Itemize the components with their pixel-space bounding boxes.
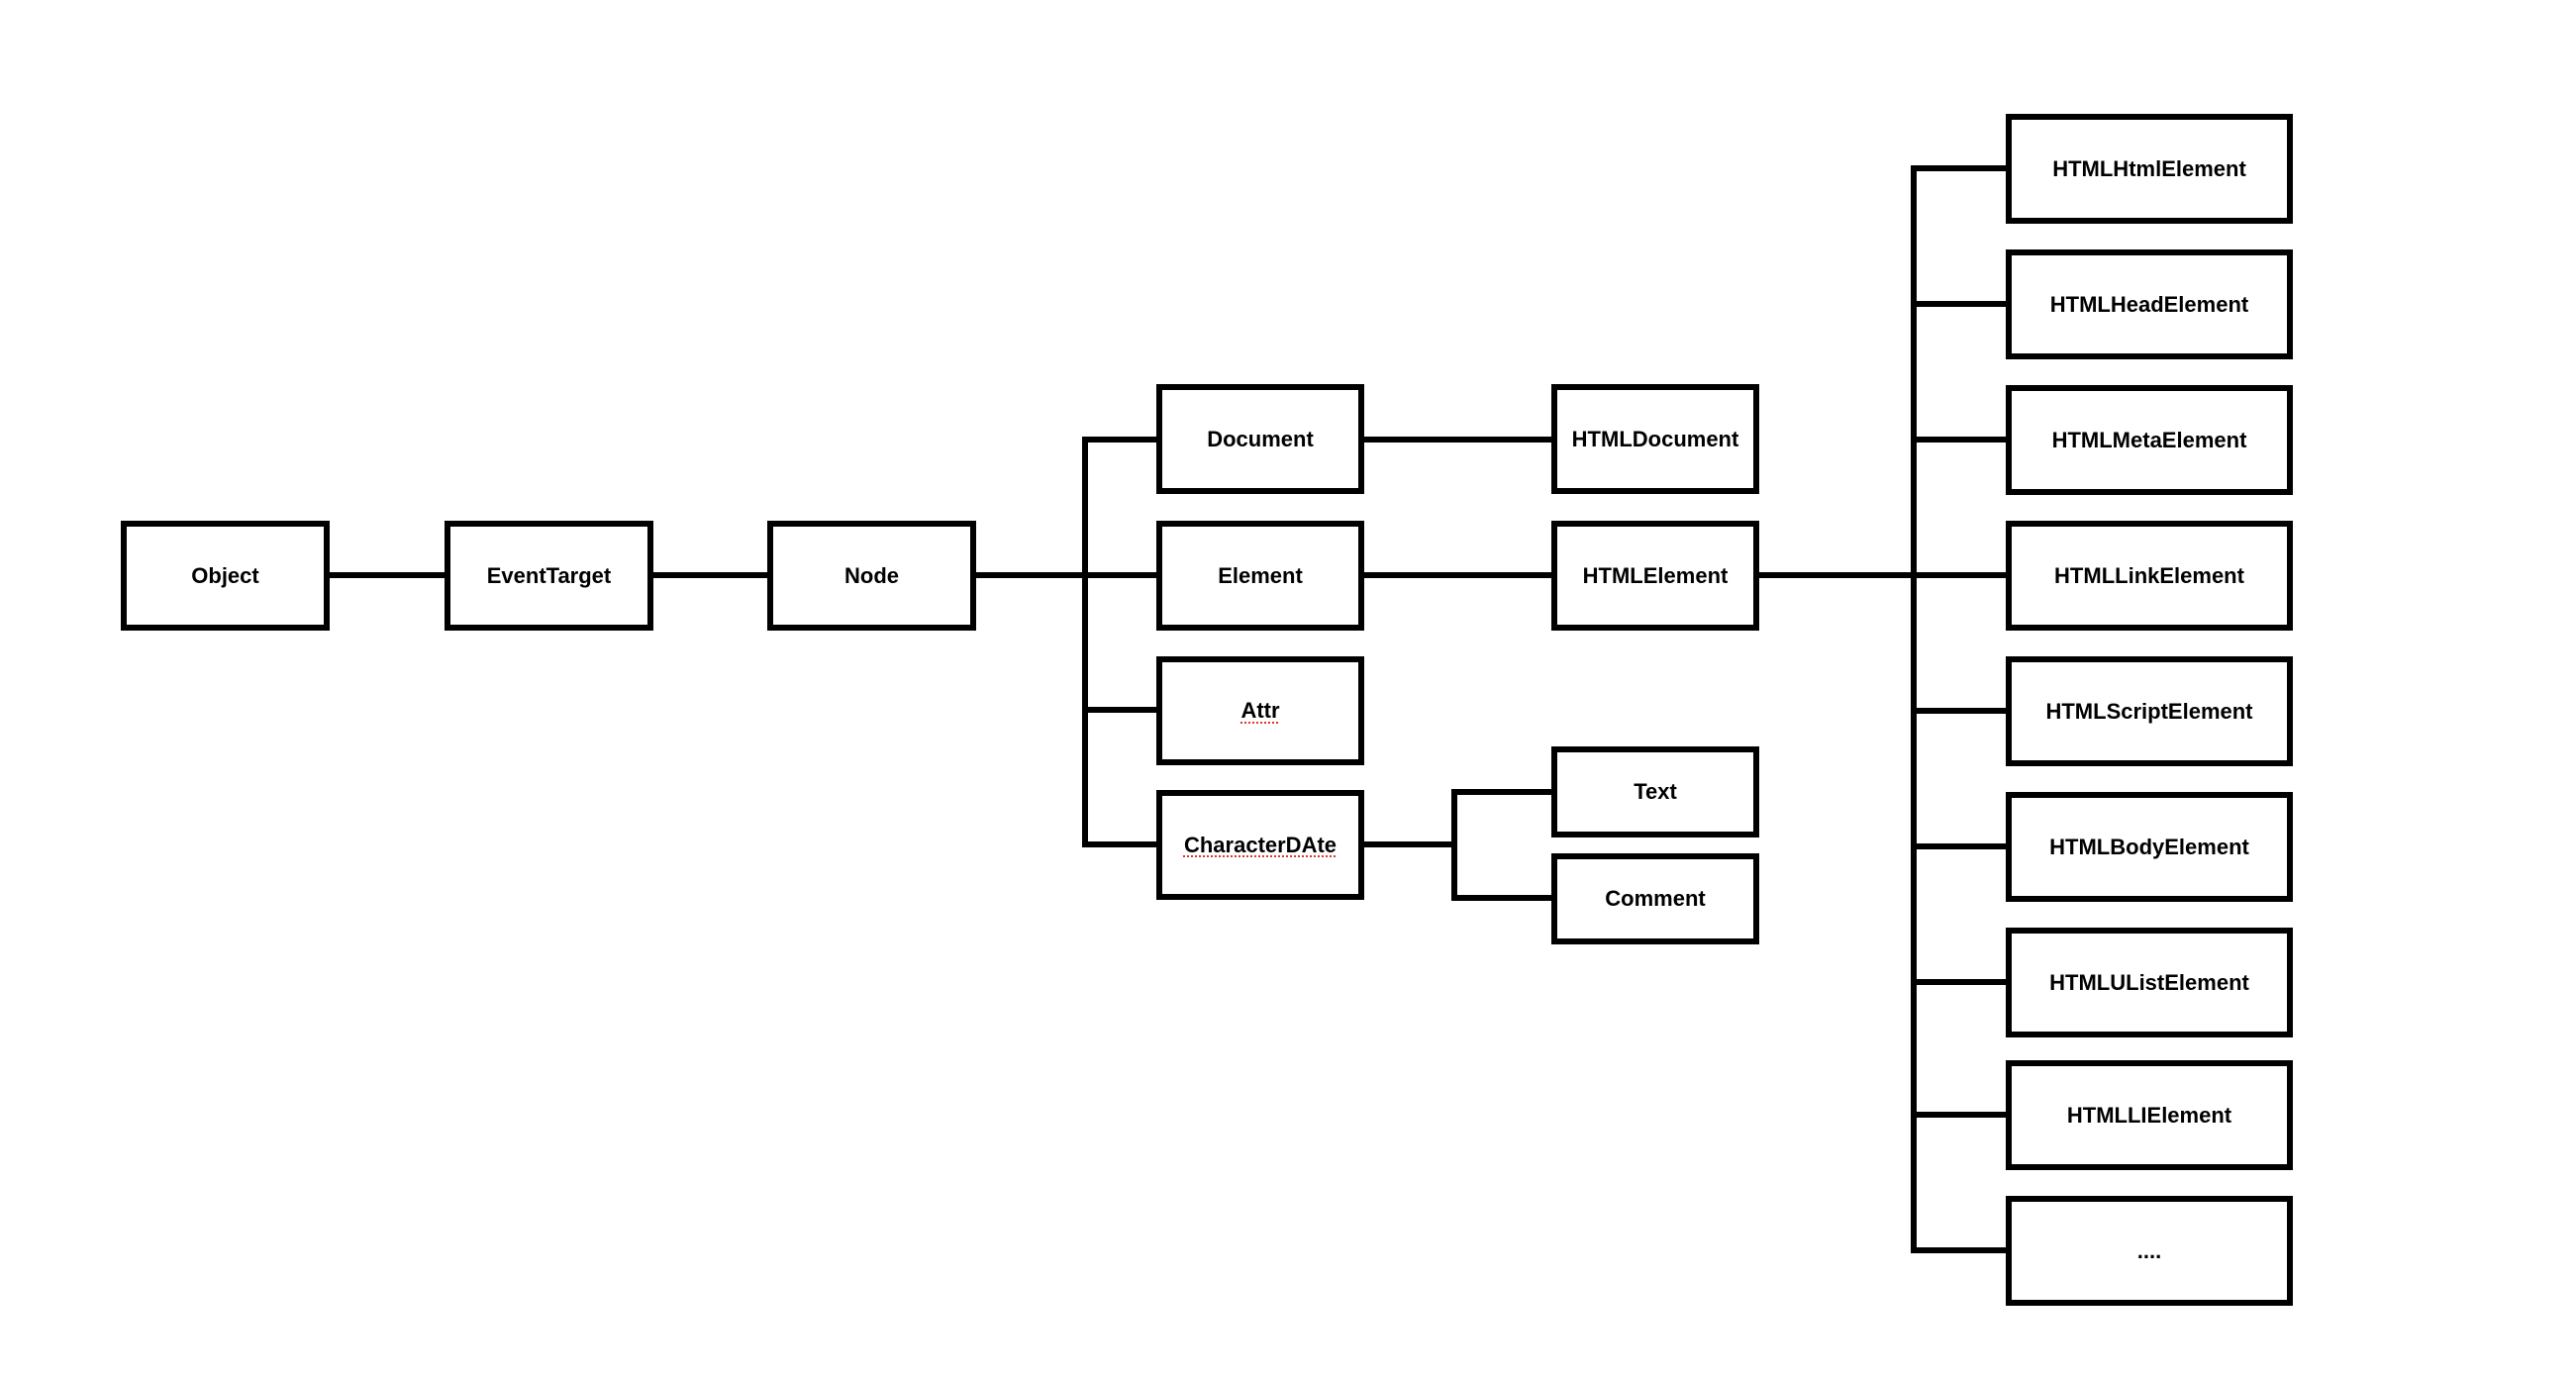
node-attr: Attr bbox=[1156, 656, 1364, 765]
node-label: CharacterDAte bbox=[1183, 832, 1338, 857]
edge-branch-comment bbox=[1451, 895, 1551, 901]
node-label: Document bbox=[1207, 426, 1314, 451]
node-label: HTMLElement bbox=[1582, 562, 1729, 588]
node-text: Text bbox=[1551, 746, 1759, 838]
node-comment: Comment bbox=[1551, 853, 1759, 944]
node-html-subelement: HTMLMetaElement bbox=[2006, 385, 2293, 495]
node-html-subelement: HTMLHeadElement bbox=[2006, 249, 2293, 359]
edge-branch-html-subelement bbox=[1911, 843, 2006, 849]
node-characterdata: CharacterDAte bbox=[1156, 790, 1364, 900]
node-htmldocument: HTMLDocument bbox=[1551, 384, 1759, 494]
edge-branch-html-subelement bbox=[1911, 165, 2006, 171]
node-html-subelement: HTMLUListElement bbox=[2006, 928, 2293, 1037]
node-html-subelement: HTMLLinkElement bbox=[2006, 521, 2293, 631]
node-eventtarget: EventTarget bbox=[445, 521, 653, 631]
node-element: Element bbox=[1156, 521, 1364, 631]
node-html-subelement: HTMLBodyElement bbox=[2006, 792, 2293, 902]
node-html-subelement: .... bbox=[2006, 1196, 2293, 1306]
edge-node-branch bbox=[976, 572, 1156, 578]
node-html-subelement: HTMLLIElement bbox=[2006, 1060, 2293, 1170]
edge-branch-text bbox=[1451, 789, 1551, 795]
node-node: Node bbox=[767, 521, 976, 631]
node-label: HTMLUListElement bbox=[2049, 969, 2249, 995]
edge-branch-characterdata bbox=[1082, 841, 1156, 847]
node-branch-bar bbox=[1082, 437, 1088, 847]
edge-branch-html-subelement bbox=[1911, 572, 2006, 578]
edge-branch-document bbox=[1082, 437, 1156, 443]
node-label: HTMLLinkElement bbox=[2054, 562, 2244, 588]
edge-element-htmlelement bbox=[1364, 572, 1551, 578]
characterdata-branch-bar bbox=[1451, 789, 1457, 901]
node-label: Object bbox=[191, 562, 259, 588]
node-document: Document bbox=[1156, 384, 1364, 494]
edge-branch-attr bbox=[1082, 707, 1156, 713]
node-label: HTMLDocument bbox=[1571, 426, 1739, 451]
node-label: Attr bbox=[1240, 698, 1280, 723]
node-label: Text bbox=[1634, 779, 1677, 804]
node-label: EventTarget bbox=[486, 562, 612, 588]
edge-branch-html-subelement bbox=[1911, 979, 2006, 985]
inheritance-diagram: Object EventTarget Node Document Element… bbox=[0, 0, 2576, 1380]
edge-characterdata-branch bbox=[1364, 841, 1457, 847]
edge-document-htmldocument bbox=[1364, 437, 1551, 443]
edge-branch-html-subelement bbox=[1911, 1247, 2006, 1253]
edge-branch-html-subelement bbox=[1911, 708, 2006, 714]
node-label: .... bbox=[2136, 1237, 2162, 1263]
edge-branch-html-subelement bbox=[1911, 1112, 2006, 1118]
node-label: HTMLLIElement bbox=[2066, 1102, 2232, 1128]
node-label: HTMLHtmlElement bbox=[2052, 155, 2246, 181]
node-label: HTMLHeadElement bbox=[2049, 291, 2249, 317]
node-htmlelement: HTMLElement bbox=[1551, 521, 1759, 631]
node-html-subelement: HTMLHtmlElement bbox=[2006, 114, 2293, 224]
node-label: Comment bbox=[1605, 886, 1706, 911]
node-label: Element bbox=[1218, 562, 1303, 588]
node-object: Object bbox=[121, 521, 330, 631]
node-label: HTMLScriptElement bbox=[2045, 698, 2253, 724]
edge-branch-html-subelement bbox=[1911, 301, 2006, 307]
edge-eventtarget-node bbox=[653, 572, 767, 578]
node-html-subelement: HTMLScriptElement bbox=[2006, 656, 2293, 766]
node-label: Node bbox=[844, 562, 899, 588]
edge-branch-html-subelement bbox=[1911, 437, 2006, 443]
edge-object-eventtarget bbox=[330, 572, 445, 578]
node-label: HTMLMetaElement bbox=[2051, 427, 2247, 452]
node-label: HTMLBodyElement bbox=[2049, 834, 2249, 859]
